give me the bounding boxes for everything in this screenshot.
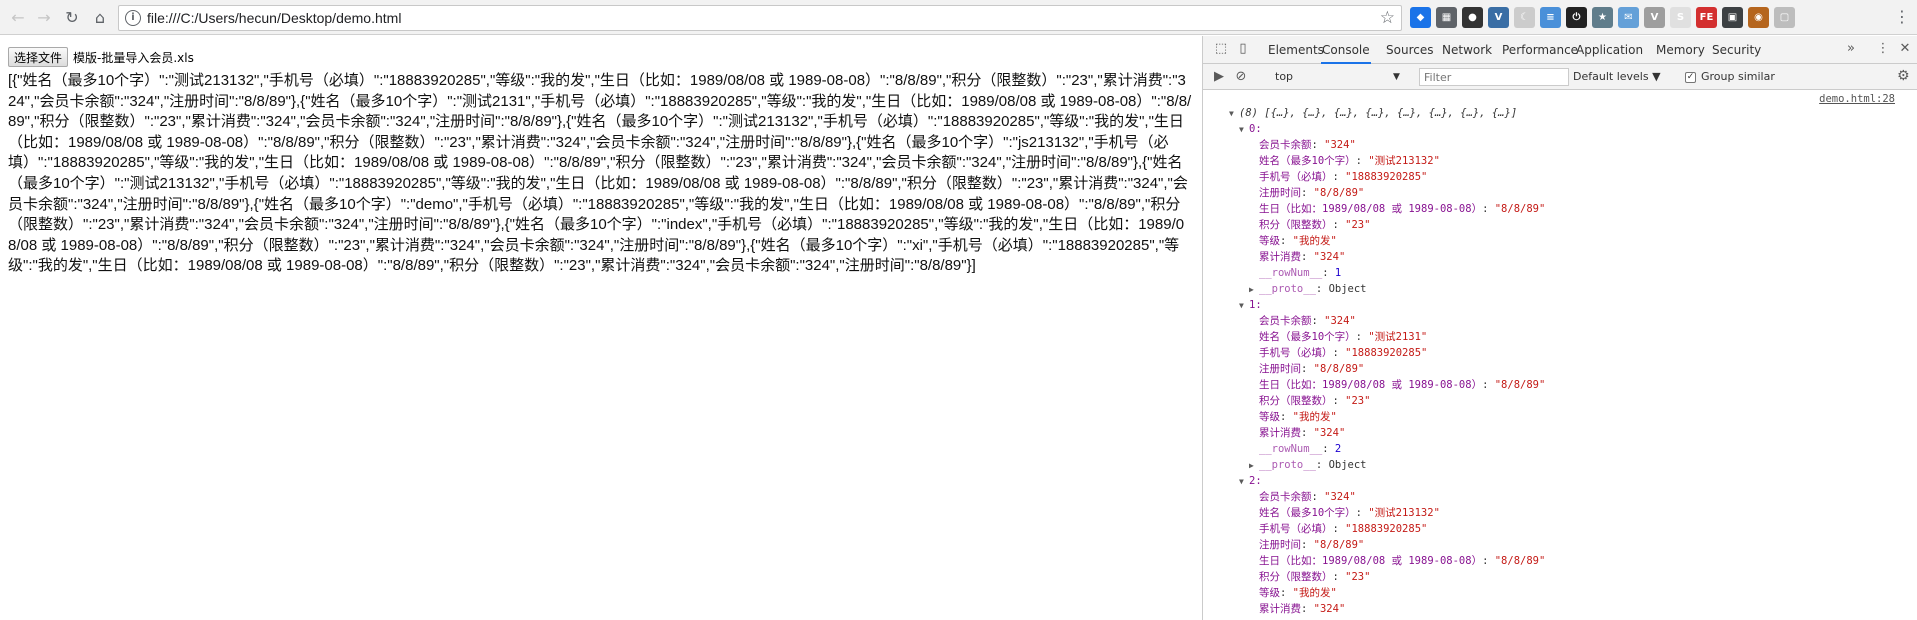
dark-circle-icon[interactable]: ● [1462, 7, 1483, 28]
console-toolbar: ▶ ⊘ top ▼ Default levels ▼ ✓ Group simil… [1203, 64, 1917, 90]
log-levels-dropdown[interactable]: Default levels ▼ [1573, 69, 1661, 85]
mail-icon[interactable]: ✉ [1618, 7, 1639, 28]
show-sidebar-icon[interactable]: ▶ [1211, 69, 1227, 85]
choose-file-button[interactable]: 选择文件 [8, 47, 69, 67]
more-tabs-icon[interactable]: » [1843, 41, 1859, 57]
devtools-panel: ⬚ ▯ Elements Console Sources Network Perform… [1202, 36, 1917, 620]
close-devtools-icon[interactable]: ✕ [1897, 41, 1913, 57]
devtools-tab-memory[interactable]: Memory [1655, 36, 1706, 64]
note-icon[interactable]: ≡ [1540, 7, 1561, 28]
expanded-triangle-icon[interactable]: ▼ [1229, 107, 1239, 121]
expanded-triangle-icon[interactable]: ▼ [1239, 475, 1249, 489]
console-entry-index[interactable]: ▼ 1: [1239, 298, 1262, 313]
back-arrow-icon[interactable]: ← [6, 6, 30, 30]
log-array-header[interactable]: ▼ (8) [{…}, {…}, {…}, {…}, {…}, {…}, {…},… [1229, 106, 1517, 121]
console-property: 注册时间: "8/8/89" [1259, 363, 1365, 375]
page-content: 选择文件 模版-批量导入会员.xls [{"姓名（最多10个字）":"测试213… [0, 36, 1200, 620]
inspect-element-icon[interactable]: ⬚ [1213, 41, 1229, 57]
info-icon[interactable]: i [125, 10, 141, 26]
group-similar-label: Group similar [1701, 70, 1775, 83]
grid-icon[interactable]: ▣ [1722, 7, 1743, 28]
expanded-triangle-icon[interactable]: ▼ [1239, 299, 1249, 313]
console-property: 等级: "我的发" [1259, 411, 1337, 423]
console-output: demo.html:28 ▼ (8) [{…}, {…}, {…}, {…}, {… [1203, 90, 1917, 620]
collapsed-triangle-icon[interactable]: ▶ [1249, 459, 1259, 473]
console-property: 手机号（必填）: "18883920285" [1259, 523, 1428, 535]
console-property: 累计消费: "324" [1259, 427, 1346, 439]
console-filter-input[interactable] [1419, 68, 1569, 86]
console-settings-icon[interactable]: ⚙ [1897, 68, 1910, 84]
devtools-tab-performance[interactable]: Performance [1501, 36, 1579, 64]
console-property: 手机号（必填）: "18883920285" [1259, 171, 1428, 183]
qr-icon[interactable]: ▦ [1436, 7, 1457, 28]
console-property-rownum: __rowNum__: 2 [1259, 443, 1342, 455]
console-proto[interactable]: ▶ __proto__: Object [1249, 458, 1367, 473]
collapsed-triangle-icon[interactable]: ▶ [1249, 283, 1259, 297]
console-property: 会员卡余额: "324" [1259, 315, 1356, 327]
url-text[interactable]: file:///C:/Users/hecun/Desktop/demo.html [147, 10, 401, 26]
console-entry-index[interactable]: ▼ 0: [1239, 122, 1262, 137]
console-property: 手机号（必填）: "18883920285" [1259, 347, 1428, 359]
devtools-tab-security[interactable]: Security [1711, 36, 1762, 64]
devtools-tab-network[interactable]: Network [1441, 36, 1493, 64]
fe-icon[interactable]: FE [1696, 7, 1717, 28]
group-similar-checkbox[interactable]: ✓ [1685, 72, 1696, 83]
console-property: 会员卡余额: "324" [1259, 491, 1356, 503]
console-property: 生日（比如：1989/08/08 或 1989-08-08）: "8/8/89" [1259, 203, 1546, 215]
home-icon[interactable]: ⌂ [88, 6, 112, 30]
power-icon[interactable]: ⏻ [1566, 7, 1587, 28]
console-property: 姓名（最多10个字）: "测试213132" [1259, 155, 1440, 167]
gray-icon[interactable]: ▢ [1774, 7, 1795, 28]
console-property: 注册时间: "8/8/89" [1259, 187, 1365, 199]
console-property: 会员卡余额: "324" [1259, 139, 1356, 151]
expanded-triangle-icon[interactable]: ▼ [1239, 123, 1249, 137]
browser-toolbar: ← → ↻ ⌂ i file:///C:/Users/hecun/Desktop… [0, 0, 1917, 35]
context-dropdown-icon[interactable]: ▼ [1393, 69, 1400, 85]
log-header-text: (8) [{…}, {…}, {…}, {…}, {…}, {…}, {…}, … [1239, 107, 1518, 119]
console-property: 生日（比如：1989/08/08 或 1989-08-08）: "8/8/89" [1259, 555, 1546, 567]
console-proto[interactable]: ▶ __proto__: Object [1249, 282, 1367, 297]
console-property: 累计消费: "324" [1259, 251, 1346, 263]
console-entry-index[interactable]: ▼ 2: [1239, 474, 1262, 489]
console-property: 姓名（最多10个字）: "测试2131" [1259, 331, 1428, 343]
console-property: 注册时间: "8/8/89" [1259, 539, 1365, 551]
cookie-icon[interactable]: ◉ [1748, 7, 1769, 28]
devtools-tab-application[interactable]: Application [1575, 36, 1644, 64]
extension-bar: ◆ ▦ ● V ☾ ≡ ⏻ ★ ✉ V S FE ▣ ◉ ▢ [1410, 7, 1795, 29]
console-property: 姓名（最多10个字）: "测试213132" [1259, 507, 1440, 519]
forward-arrow-icon[interactable]: → [32, 6, 56, 30]
devtools-tab-console[interactable]: Console [1321, 36, 1371, 64]
vue-icon[interactable]: V [1488, 7, 1509, 28]
console-property: 累计消费: "324" [1259, 603, 1346, 615]
vuetools-icon[interactable]: V [1644, 7, 1665, 28]
devtools-menu-icon[interactable]: ⋮ [1875, 41, 1891, 57]
browser-menu-icon[interactable]: ⋮ [1894, 7, 1910, 26]
console-property-rownum: __rowNum__: 1 [1259, 267, 1342, 279]
devtools-tab-sources[interactable]: Sources [1385, 36, 1434, 64]
console-property: 积分（限整数）: "23" [1259, 219, 1371, 231]
console-property: 积分（限整数）: "23" [1259, 395, 1371, 407]
moon-icon[interactable]: ☾ [1514, 7, 1535, 28]
devtools-tab-elements[interactable]: Elements [1267, 36, 1325, 64]
address-bar[interactable]: i file:///C:/Users/hecun/Desktop/demo.ht… [118, 5, 1402, 31]
console-property: 生日（比如：1989/08/08 或 1989-08-08）: "8/8/89" [1259, 379, 1546, 391]
console-property: 积分（限整数）: "23" [1259, 571, 1371, 583]
s-icon[interactable]: S [1670, 7, 1691, 28]
puzzle-icon[interactable]: ★ [1592, 7, 1613, 28]
context-selector[interactable]: top [1275, 69, 1407, 85]
console-property: 等级: "我的发" [1259, 587, 1337, 599]
ext-blue-icon[interactable]: ◆ [1410, 7, 1431, 28]
clear-console-icon[interactable]: ⊘ [1233, 69, 1249, 85]
json-output-text: [{"姓名（最多10个字）":"测试213132","手机号（必填）":"188… [8, 72, 1192, 275]
bookmark-star-icon[interactable]: ☆ [1380, 8, 1395, 28]
reload-icon[interactable]: ↻ [60, 6, 84, 30]
source-link[interactable]: demo.html:28 [1819, 93, 1895, 105]
devtools-tab-bar: ⬚ ▯ Elements Console Sources Network Perform… [1203, 36, 1917, 64]
device-toolbar-icon[interactable]: ▯ [1235, 41, 1251, 57]
file-input-row: 选择文件 模版-批量导入会员.xls [8, 47, 194, 67]
console-property: 等级: "我的发" [1259, 235, 1337, 247]
selected-file-name: 模版-批量导入会员.xls [73, 50, 194, 65]
